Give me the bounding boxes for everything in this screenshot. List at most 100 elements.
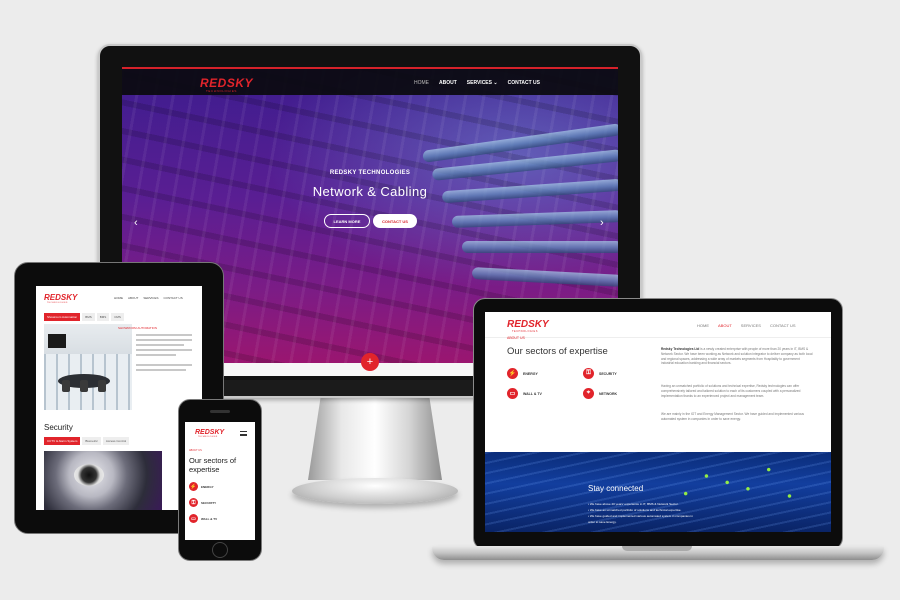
tab-access-control[interactable]: Access Control: [102, 437, 130, 445]
nav-about[interactable]: ABOUT: [439, 80, 457, 86]
tab-biometric[interactable]: Biometric: [82, 437, 101, 445]
monitor-stand: [308, 392, 442, 480]
hero-kicker: REDSKY TECHNOLOGIES: [329, 170, 411, 176]
banner-bullet: • We have above 20 years' experience in …: [588, 502, 679, 506]
brand-tagline: TECHNOLOGIES: [512, 330, 538, 333]
learn-more-button[interactable]: LEARN MORE: [324, 214, 370, 228]
text-line: [136, 339, 192, 341]
nav-home[interactable]: HOME: [114, 296, 123, 300]
section-kicker: ABOUT US: [507, 336, 525, 340]
chair: [98, 380, 106, 392]
text-line: [136, 334, 192, 336]
nav-contact[interactable]: CONTACT US: [770, 323, 796, 328]
nav-services[interactable]: SERVICES: [741, 323, 761, 328]
cctv-image: [44, 451, 162, 510]
text-line: [136, 364, 192, 366]
plus-icon[interactable]: +: [361, 353, 379, 371]
banner-bullet: order to save Energy.: [588, 520, 617, 524]
nav-about[interactable]: ABOUT: [128, 296, 138, 300]
network-icon: ⌖: [583, 388, 594, 399]
company-name: Redsky Technologies Ltd: [661, 347, 700, 351]
top-navbar: REDSKY TECHNOLOGIES HOME ABOUT SERVICES …: [122, 67, 618, 95]
text-line: [136, 349, 192, 351]
home-button: [212, 542, 228, 558]
text-line: [136, 369, 186, 371]
tv-icon: ▭: [507, 388, 518, 399]
laptop-screen: REDSKY TECHNOLOGIES HOME ABOUT SERVICES …: [485, 312, 831, 532]
monitor-base: [292, 478, 458, 504]
nav-home[interactable]: HOME: [697, 323, 709, 328]
banner-title: Stay connected: [588, 484, 644, 493]
section-title: Our sectors of expertise: [507, 346, 608, 357]
tab-showroom[interactable]: Showroom Automation: [44, 313, 81, 321]
nav-services-label: SERVICES: [466, 80, 492, 86]
sector-item[interactable]: ⚿ SECURITY: [189, 498, 216, 507]
stay-connected-banner: Stay connected • We have above 20 years'…: [485, 452, 831, 532]
sector-item[interactable]: ⚡ ENERGY: [507, 368, 538, 379]
nav-about[interactable]: ABOUT: [718, 323, 732, 328]
tab-bar: Showroom Automation BMS BMS CMS: [44, 313, 124, 321]
tab-bms-2[interactable]: BMS: [96, 313, 110, 321]
room-display: [48, 334, 66, 348]
sector-label: WALL & TV: [201, 516, 218, 521]
slider-next-icon[interactable]: ›: [600, 217, 604, 229]
brand-tagline: TECHNOLOGIES: [198, 436, 218, 438]
chair: [80, 380, 88, 392]
laptop-notch: [622, 546, 692, 551]
sector-label: SECURITY: [599, 371, 617, 376]
brand-tagline: TECHNOLOGIES: [206, 89, 238, 93]
banner-bullet: • We have guided and implemented various…: [588, 514, 693, 518]
nav-services[interactable]: SERVICES ⌄: [467, 80, 498, 86]
section-title: Our sectors of expertise: [189, 456, 237, 474]
chair: [62, 380, 70, 392]
about-paragraph: Having an unmatched portfolio of solutio…: [661, 384, 801, 398]
hamburger-menu-icon[interactable]: [240, 431, 247, 436]
chevron-down-icon: ⌄: [493, 80, 498, 86]
sector-label: ENERGY: [523, 371, 538, 376]
sector-label: WALL & TV: [523, 391, 542, 396]
tab-bms-1[interactable]: BMS: [82, 313, 95, 321]
tab-caption: SHOWROOM AUTOMATION: [118, 326, 158, 330]
sector-item[interactable]: ▭ WALL & TV: [189, 514, 217, 523]
nav-services[interactable]: SERVICES: [143, 296, 158, 300]
text-line: [136, 344, 184, 346]
tab-cms[interactable]: CMS: [111, 313, 124, 321]
phone-screen: REDSKY TECHNOLOGIES ABOUT US Our sectors…: [185, 422, 255, 540]
bolt-icon: ⚡: [507, 368, 518, 379]
hero-cable: [451, 210, 618, 228]
sector-label: SECURITY: [201, 500, 217, 505]
main-menu: HOME ABOUT SERVICES CONTACT US: [697, 323, 796, 328]
brand-logo[interactable]: REDSKY: [195, 429, 224, 436]
camera-icon: [74, 464, 104, 486]
brand-logo[interactable]: REDSKY: [507, 319, 549, 330]
sector-item[interactable]: ▭ WALL & TV: [507, 388, 542, 399]
brand-logo[interactable]: REDSKY: [200, 76, 253, 90]
nav-home[interactable]: HOME: [414, 80, 429, 86]
phone-speaker: [210, 410, 230, 413]
sector-item[interactable]: ⚡ ENERGY: [189, 482, 214, 491]
section-title: Security: [44, 423, 73, 432]
tab-bar: CCTV & Alarm System Biometric Access Con…: [44, 437, 130, 445]
brand-logo[interactable]: REDSKY: [44, 293, 77, 302]
text-line: [136, 354, 176, 356]
tab-cctv[interactable]: CCTV & Alarm System: [44, 437, 81, 445]
about-paragraph: Redsky Technologies Ltd is a newly creat…: [661, 347, 813, 366]
sector-item[interactable]: ⚿ SECURITY: [583, 368, 617, 379]
tv-icon: ▭: [189, 514, 198, 523]
about-paragraph: We are mainly in the IOT and Energy Mana…: [661, 412, 804, 421]
nav-contact[interactable]: CONTACT US: [163, 296, 182, 300]
main-menu: HOME ABOUT SERVICES CONTACT US: [114, 296, 183, 300]
slider-prev-icon[interactable]: ‹: [134, 217, 138, 229]
brand-tagline: TECHNOLOGIES: [47, 302, 68, 304]
banner-bullet: • We have an unmatched portfolio of solu…: [588, 508, 682, 512]
bolt-icon: ⚡: [189, 482, 198, 491]
sector-item[interactable]: ⌖ NETWORK: [583, 388, 617, 399]
contact-us-button[interactable]: CONTACT US: [373, 214, 417, 228]
sector-label: ENERGY: [201, 484, 214, 489]
main-menu: HOME ABOUT SERVICES ⌄ CONTACT US: [414, 80, 540, 86]
nav-contact[interactable]: CONTACT US: [508, 80, 540, 86]
section-kicker: ABOUT US: [189, 449, 202, 452]
sector-label: NETWORK: [599, 391, 618, 396]
hero-title: Network & Cabling: [312, 184, 428, 199]
lock-icon: ⚿: [189, 498, 198, 507]
